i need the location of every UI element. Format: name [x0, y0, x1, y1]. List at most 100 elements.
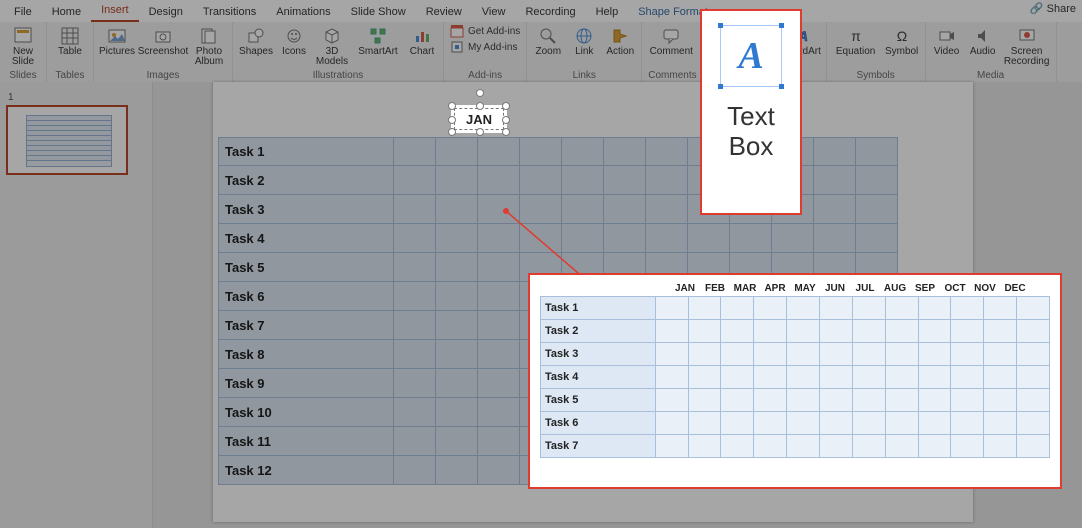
new-slide-button[interactable]: New Slide [6, 24, 40, 67]
month-cell [721, 366, 754, 389]
share-button[interactable]: 🔗 Share [1030, 2, 1076, 15]
tab-animations[interactable]: Animations [266, 3, 340, 22]
month-cell [852, 297, 885, 320]
month-cell [820, 435, 853, 458]
task-cell: Task 2 [541, 320, 656, 343]
task-cell: Task 4 [541, 366, 656, 389]
tab-file[interactable]: File [4, 3, 42, 22]
action-icon [610, 26, 630, 46]
month-cell [721, 435, 754, 458]
month-cell [951, 389, 984, 412]
chart-button[interactable]: Chart [407, 24, 437, 57]
month-label: SEP [910, 283, 940, 294]
screenshot-button[interactable]: Screenshot [140, 24, 186, 57]
month-cell [951, 435, 984, 458]
group-illustrations-label: Illustrations [239, 69, 437, 81]
month-label: JAN [670, 283, 700, 294]
table-row: Task 6 [541, 412, 1050, 435]
store-icon [450, 24, 464, 38]
month-cell [721, 412, 754, 435]
photo-album-icon [199, 26, 219, 46]
group-addins-label: Add-ins [450, 69, 520, 81]
month-cell [688, 412, 721, 435]
month-cell [918, 366, 951, 389]
callout-text-box: A TextBox [700, 9, 802, 215]
shapes-button[interactable]: Shapes [239, 24, 273, 57]
tab-recording[interactable]: Recording [515, 3, 585, 22]
icons-icon [284, 26, 304, 46]
table-icon [60, 26, 80, 46]
month-cell [984, 366, 1017, 389]
month-cell [1017, 412, 1050, 435]
zoom-button[interactable]: Zoom [533, 24, 563, 57]
month-cell [852, 412, 885, 435]
month-label: JUL [850, 283, 880, 294]
callout-text-box-label: TextBox [727, 101, 775, 161]
ribbon: New Slide Slides Table Tables Pictures S… [0, 22, 1082, 83]
tab-review[interactable]: Review [416, 3, 472, 22]
group-media-label: Media [932, 69, 1050, 81]
month-cell [984, 297, 1017, 320]
month-cell [918, 435, 951, 458]
month-cell [852, 343, 885, 366]
audio-button[interactable]: Audio [968, 24, 998, 57]
month-cell [951, 366, 984, 389]
icons-button[interactable]: Icons [279, 24, 309, 57]
month-label: JUN [820, 283, 850, 294]
new-slide-icon [13, 26, 33, 46]
tab-slideshow[interactable]: Slide Show [341, 3, 416, 22]
month-cell [688, 435, 721, 458]
task-cell: Task 5 [541, 389, 656, 412]
tab-home[interactable]: Home [42, 3, 91, 22]
table-row: Task 3 [541, 343, 1050, 366]
svg-text:π: π [851, 28, 861, 44]
action-button[interactable]: Action [605, 24, 635, 57]
month-label: AUG [880, 283, 910, 294]
month-cell [688, 389, 721, 412]
table-row: Task 2 [541, 320, 1050, 343]
symbol-button[interactable]: ΩSymbol [885, 24, 919, 57]
tab-view[interactable]: View [472, 3, 516, 22]
month-cell [688, 366, 721, 389]
month-cell [721, 297, 754, 320]
month-cell [885, 435, 918, 458]
month-cell [787, 320, 820, 343]
month-cell [754, 412, 787, 435]
month-cell [1017, 366, 1050, 389]
month-cell [885, 412, 918, 435]
month-cell [984, 389, 1017, 412]
month-cell [655, 343, 688, 366]
table-button[interactable]: Table [53, 24, 87, 57]
link-button[interactable]: Link [569, 24, 599, 57]
photo-album-button[interactable]: Photo Album [192, 24, 226, 67]
tab-insert[interactable]: Insert [91, 1, 139, 22]
my-addins-button[interactable]: My Add-ins [450, 40, 517, 54]
screen-recording-button[interactable]: Screen Recording [1004, 24, 1050, 67]
equation-button[interactable]: πEquation [833, 24, 879, 57]
month-cell [951, 297, 984, 320]
comment-icon [661, 26, 681, 46]
group-links-label: Links [533, 69, 635, 81]
link-icon [574, 26, 594, 46]
smartart-button[interactable]: SmartArt [355, 24, 401, 57]
month-cell [885, 320, 918, 343]
zoom-icon [538, 26, 558, 46]
table-row: Task 1 [541, 297, 1050, 320]
tab-transitions[interactable]: Transitions [193, 3, 266, 22]
month-cell [1017, 435, 1050, 458]
month-label: MAR [730, 283, 760, 294]
month-cell [820, 412, 853, 435]
callout-result-preview: JANFEBMARAPRMAYJUNJULAUGSEPOCTNOVDEC Tas… [528, 273, 1062, 489]
tab-help[interactable]: Help [586, 3, 629, 22]
group-symbols-label: Symbols [833, 69, 919, 81]
month-cell [787, 412, 820, 435]
comment-button[interactable]: Comment [648, 24, 694, 57]
pictures-button[interactable]: Pictures [100, 24, 134, 57]
month-cell [754, 435, 787, 458]
tab-design[interactable]: Design [139, 3, 193, 22]
get-addins-button[interactable]: Get Add-ins [450, 24, 520, 38]
month-cell [655, 435, 688, 458]
month-cell [820, 343, 853, 366]
video-button[interactable]: Video [932, 24, 962, 57]
3d-models-button[interactable]: 3D Models [315, 24, 349, 67]
